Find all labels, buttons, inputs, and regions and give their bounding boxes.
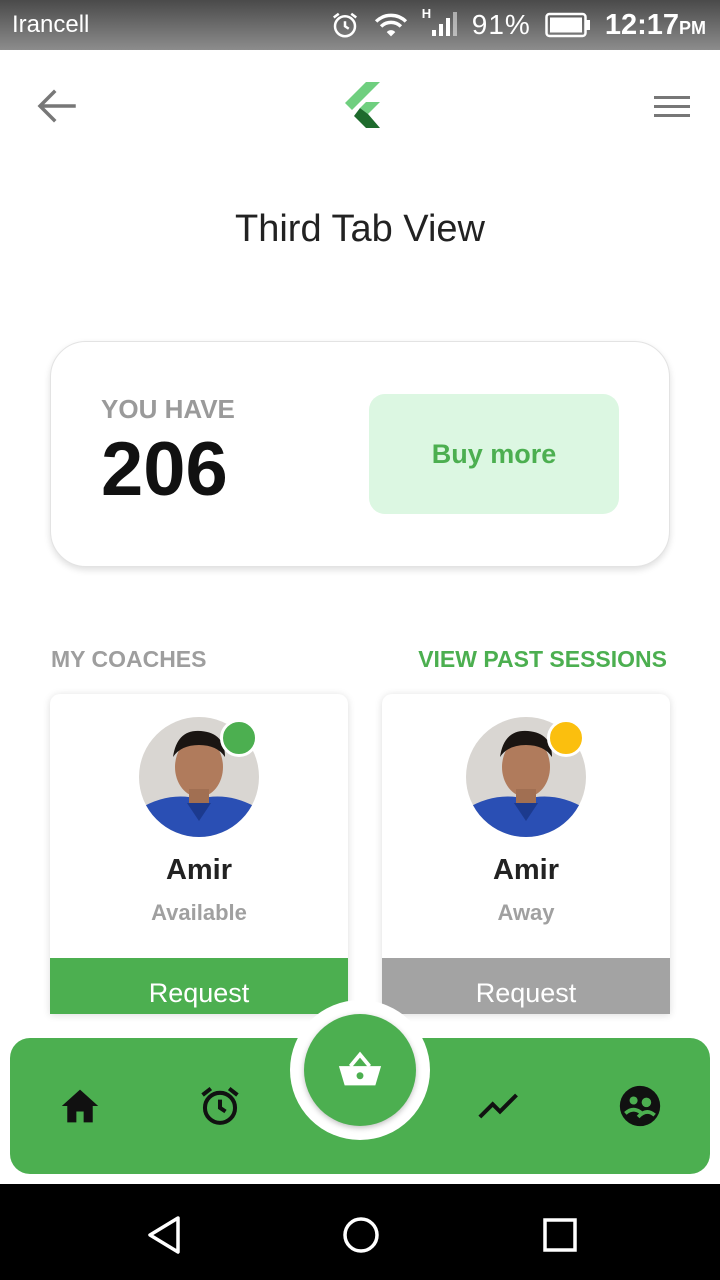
coach-card: Amir Available Request [50,694,348,1014]
flutter-logo-icon [345,82,380,128]
coach-name: Amir [165,854,233,886]
carrier-name: Irancell [12,11,90,38]
wifi-icon [374,13,407,37]
arrow-back-icon[interactable] [34,86,78,126]
battery-icon [545,12,590,38]
coach-status: Available [151,900,247,925]
community-icon[interactable] [610,1078,670,1134]
alarm-status-icon [332,12,357,38]
my-coaches-heading: MY COACHES [51,646,207,672]
home-circle-icon[interactable] [338,1212,384,1258]
recents-square-icon[interactable] [537,1212,583,1258]
status-dot-away [547,719,585,757]
balance-label: YOU HAVE [101,394,235,424]
request-button[interactable]: Request [382,958,670,1014]
page-title: Third Tab View [235,208,485,250]
battery-percent: 91% [471,9,531,40]
coach-name: Amir [492,854,560,886]
request-button[interactable]: Request [50,958,348,1014]
status-bar: Irancell H 91% 12:17PM [0,0,720,50]
view-past-sessions-link[interactable]: VIEW PAST SESSIONS [418,646,667,673]
trending-icon[interactable] [470,1078,530,1134]
alarm-icon[interactable] [190,1078,250,1134]
back-triangle-icon[interactable] [142,1212,188,1258]
status-dot-online [220,719,258,757]
home-icon[interactable] [50,1078,110,1134]
coach-card: Amir Away Request [382,694,670,1014]
app-bar [0,50,720,160]
hamburger-menu-icon[interactable] [650,90,694,124]
signal-icon: H [422,6,458,40]
balance-card: YOU HAVE 206 Buy more [50,341,670,567]
balance-count: 206 [101,427,228,512]
buy-more-button[interactable]: Buy more [369,394,619,514]
basket-icon[interactable] [304,1014,416,1126]
system-nav-bar [0,1184,720,1280]
clock: 12:17PM [604,8,706,41]
coach-status: Away [497,900,555,925]
